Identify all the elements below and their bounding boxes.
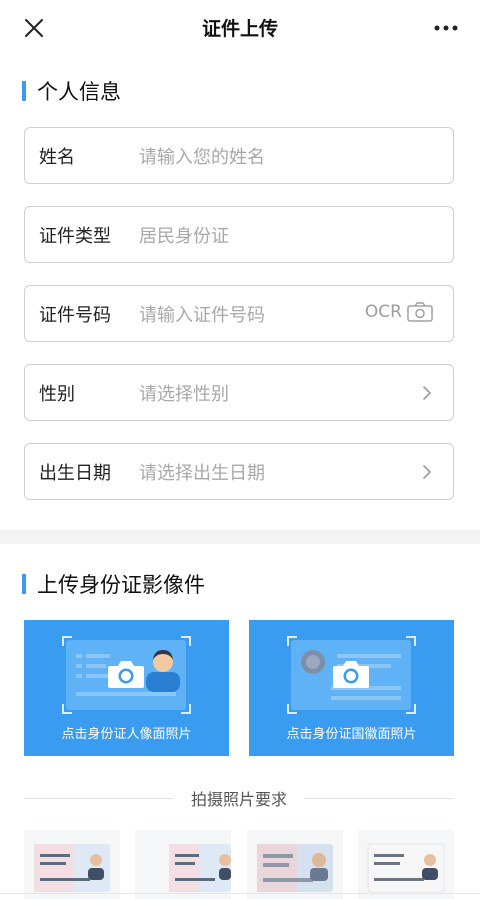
divider-line — [305, 797, 455, 799]
id-card-sample-graphic — [257, 844, 333, 892]
field-label: 证件类型 — [39, 225, 111, 247]
page-title: 证件上传 — [201, 18, 278, 40]
id-type-value[interactable]: 居民身份证 — [139, 222, 229, 248]
chevron-right-icon — [423, 465, 432, 479]
id-number-input[interactable]: 请输入证件号码 — [139, 301, 265, 327]
bottom-divider — [0, 893, 480, 894]
photo-requirements-title: 拍摄照片要求 — [191, 790, 288, 809]
chevron-right-icon — [423, 386, 432, 400]
upload-caption: 点击身份证国徽面照片 — [286, 727, 417, 742]
ocr-button[interactable]: OCR — [365, 302, 433, 322]
section-accent-bar — [22, 574, 26, 594]
upload-caption: 点击身份证人像面照片 — [61, 727, 192, 742]
birthdate-field[interactable]: 出生日期 请选择出生日期 — [24, 443, 454, 500]
field-label: 出生日期 — [39, 462, 111, 484]
divider-line — [24, 797, 173, 799]
camera-icon — [108, 661, 144, 688]
sample-photo-glare — [358, 830, 454, 899]
section-accent-bar — [22, 81, 26, 101]
nav-bar: 证件上传 — [0, 0, 480, 56]
id-card-sample-graphic — [367, 843, 445, 893]
photo-requirements-divider: 拍摄照片要求 — [24, 786, 455, 810]
sample-photo-standard — [24, 830, 120, 899]
name-field[interactable]: 姓名 请输入您的姓名 — [24, 127, 454, 184]
name-input[interactable]: 请输入您的姓名 — [139, 143, 265, 169]
section-title: 上传身份证影像件 — [37, 573, 205, 597]
sample-photo-cropped — [135, 830, 231, 899]
camera-icon — [407, 302, 433, 322]
field-label: 性别 — [39, 383, 75, 405]
gender-field[interactable]: 性别 请选择性别 — [24, 364, 454, 421]
upload-id-front[interactable]: 点击身份证人像面照片 — [24, 620, 229, 756]
section-title: 个人信息 — [37, 80, 121, 104]
ocr-label: OCR — [364, 302, 402, 322]
upload-id-back[interactable]: 点击身份证国徽面照片 — [249, 620, 454, 756]
id-type-field[interactable]: 证件类型 居民身份证 — [24, 206, 454, 263]
upload-heading: 上传身份证影像件 — [22, 569, 205, 599]
section-divider — [0, 530, 480, 544]
field-label: 证件号码 — [39, 304, 111, 326]
birthdate-select[interactable]: 请选择出生日期 — [139, 459, 265, 485]
camera-icon — [333, 661, 369, 688]
id-card-sample-graphic — [169, 844, 231, 892]
id-number-field[interactable]: 证件号码 请输入证件号码 OCR — [24, 285, 454, 342]
field-label: 姓名 — [39, 146, 75, 168]
sample-photo-blurred — [247, 830, 343, 899]
more-icon[interactable] — [432, 16, 460, 40]
gender-select[interactable]: 请选择性别 — [139, 380, 229, 406]
id-card-sample-graphic — [34, 844, 110, 892]
personal-info-heading: 个人信息 — [22, 76, 121, 106]
